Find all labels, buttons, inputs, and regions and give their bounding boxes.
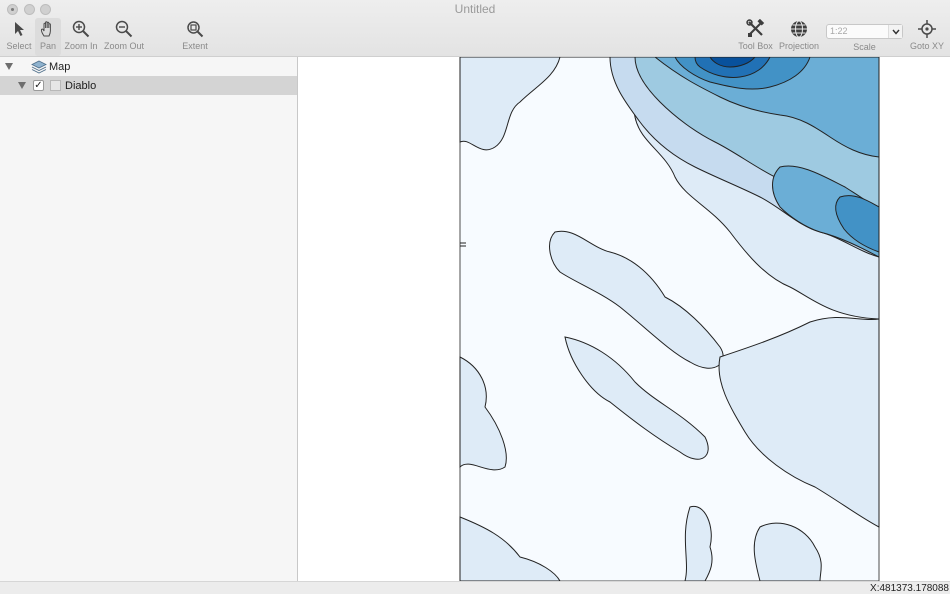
toolbox-button[interactable]: Tool Box	[737, 18, 774, 56]
zoom-out-icon	[112, 18, 136, 40]
zoom-in-tool-button[interactable]: Zoom In	[64, 18, 98, 56]
crosshair-icon	[915, 18, 939, 40]
status-bar: X:481373.178088	[0, 581, 950, 594]
tree-item-diablo[interactable]: ✓ Diablo	[0, 76, 297, 95]
cursor-coordinate-readout: X:481373.178088	[870, 583, 949, 594]
tools-icon	[744, 18, 768, 40]
extent-icon	[183, 18, 207, 40]
hand-icon	[36, 18, 60, 40]
select-tool-label: Select	[6, 41, 32, 51]
pan-tool-label: Pan	[39, 41, 56, 51]
disclosure-triangle-icon[interactable]	[5, 63, 13, 70]
extent-tool-label: Extent	[182, 41, 208, 51]
tree-item-map[interactable]: Map	[0, 57, 297, 76]
globe-icon	[787, 18, 811, 40]
zoom-in-icon	[69, 18, 93, 40]
projection-button[interactable]: Projection	[778, 18, 820, 56]
map-canvas[interactable]	[298, 57, 950, 581]
zoom-out-tool-label: Zoom Out	[103, 41, 144, 51]
layers-stack-icon	[31, 60, 47, 74]
layer-symbol-swatch	[50, 80, 61, 91]
layer-visibility-checkbox[interactable]: ✓	[33, 80, 44, 91]
disclosure-triangle-icon[interactable]	[18, 82, 26, 89]
zoom-out-tool-button[interactable]: Zoom Out	[103, 18, 145, 56]
projection-label: Projection	[778, 41, 820, 51]
app-window: Untitled Select Pan Zoom In Zoom Out Ext…	[0, 0, 950, 594]
tree-item-label: Map	[49, 60, 71, 73]
extent-tool-button[interactable]: Extent	[180, 18, 210, 56]
zoom-in-tool-label: Zoom In	[64, 41, 98, 51]
elevation-contour-raster	[459, 57, 880, 581]
scale-select[interactable]: 1:22	[826, 24, 903, 39]
toolbar: Untitled Select Pan Zoom In Zoom Out Ext…	[0, 0, 950, 57]
goto-xy-label: Goto XY	[909, 41, 945, 51]
goto-xy-button[interactable]: Goto XY	[910, 18, 944, 56]
toolbox-label: Tool Box	[738, 41, 773, 51]
layer-tree: Map ✓ Diablo	[0, 57, 298, 581]
chevron-down-icon	[888, 25, 902, 38]
select-tool-button[interactable]: Select	[4, 18, 34, 56]
window-title: Untitled	[454, 2, 496, 16]
tree-item-label: Diablo	[65, 79, 97, 92]
arrow-pointer-icon	[7, 18, 31, 40]
scale-label: Scale	[853, 42, 876, 52]
pan-tool-button[interactable]: Pan	[35, 18, 61, 56]
scale-select-value: 1:22	[830, 26, 848, 36]
